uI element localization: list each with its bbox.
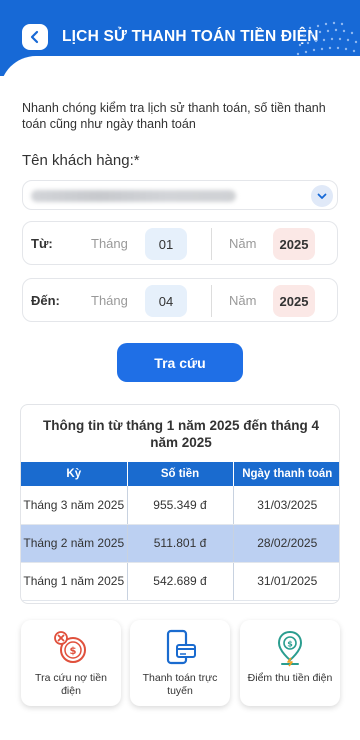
tile-label: Điểm thu tiền điện — [247, 672, 333, 684]
table-row[interactable]: Tháng 2 năm 2025 511.801 đ 28/02/2025 — [21, 524, 339, 563]
online-payment-icon — [166, 629, 196, 665]
svg-text:$: $ — [287, 640, 293, 649]
cell-amount: 542.689 đ — [127, 562, 234, 601]
customer-label: Tên khách hàng:* — [22, 152, 140, 169]
from-year-label: Năm — [229, 236, 257, 251]
cell-period: Tháng 2 năm 2025 — [21, 524, 128, 563]
result-title: Thông tin từ tháng 1 năm 2025 đến tháng … — [42, 418, 320, 450]
back-button[interactable] — [22, 24, 48, 50]
from-range: Từ: Tháng 01 Năm 2025 — [22, 221, 338, 265]
column-header-date: Ngày thanh toán — [233, 462, 339, 486]
cell-amount: 511.801 đ — [127, 524, 234, 563]
tile-collection-point[interactable]: $ Điểm thu tiền điện — [240, 620, 340, 706]
svg-text:$: $ — [70, 646, 77, 657]
cell-period: Tháng 1 năm 2025 — [21, 562, 128, 601]
intro-text: Nhanh chóng kiểm tra lịch sử thanh toán,… — [22, 101, 326, 131]
search-button[interactable]: Tra cứu — [117, 343, 243, 382]
payment-table: Kỳ Số tiền Ngày thanh toán Tháng 3 năm 2… — [21, 462, 339, 601]
from-label: Từ: — [31, 236, 53, 251]
table-row[interactable]: Tháng 1 năm 2025 542.689 đ 31/01/2025 — [21, 562, 339, 601]
to-range: Đến: Tháng 04 Năm 2025 — [22, 278, 338, 322]
header-curve — [0, 56, 360, 76]
tile-online-payment[interactable]: Thanh toán trực tuyến — [130, 620, 230, 706]
column-header-period: Kỳ — [21, 462, 128, 486]
to-month-label: Tháng — [91, 293, 128, 308]
customer-name-redacted — [31, 190, 236, 202]
chevron-down-icon — [317, 193, 327, 199]
tile-label: Thanh toán trực tuyến — [142, 672, 218, 697]
page-title: LỊCH SỬ THANH TOÁN TIỀN ĐIỆN — [62, 28, 319, 45]
customer-select[interactable] — [22, 180, 338, 210]
cell-amount: 955.349 đ — [127, 486, 234, 525]
to-year-label: Năm — [229, 293, 257, 308]
divider — [211, 285, 212, 317]
to-month-picker[interactable]: 04 — [145, 285, 187, 317]
cell-date: 31/03/2025 — [233, 486, 339, 525]
dropdown-button[interactable] — [311, 185, 333, 207]
table-header-row: Kỳ Số tiền Ngày thanh toán — [21, 462, 339, 486]
from-month-picker[interactable]: 01 — [145, 228, 187, 260]
from-month-label: Tháng — [91, 236, 128, 251]
divider — [211, 228, 212, 260]
debt-lookup-icon: $ — [54, 631, 86, 663]
cell-period: Tháng 3 năm 2025 — [21, 486, 128, 525]
column-header-amount: Số tiền — [127, 462, 234, 486]
tile-debt-lookup[interactable]: $ Tra cứu nợ tiền điện — [21, 620, 121, 706]
table-row[interactable]: Tháng 3 năm 2025 955.349 đ 31/03/2025 — [21, 486, 339, 525]
to-year-picker[interactable]: 2025 — [273, 285, 315, 317]
cell-date: 28/02/2025 — [233, 524, 339, 563]
result-card: Thông tin từ tháng 1 năm 2025 đến tháng … — [20, 404, 340, 604]
chevron-left-icon — [30, 30, 39, 44]
collection-point-icon: $ — [277, 630, 303, 667]
tile-label: Tra cứu nợ tiền điện — [35, 672, 107, 697]
app-header: LỊCH SỬ THANH TOÁN TIỀN ĐIỆN — [0, 0, 360, 76]
from-year-picker[interactable]: 2025 — [273, 228, 315, 260]
cell-date: 31/01/2025 — [233, 562, 339, 601]
to-label: Đến: — [31, 293, 60, 308]
